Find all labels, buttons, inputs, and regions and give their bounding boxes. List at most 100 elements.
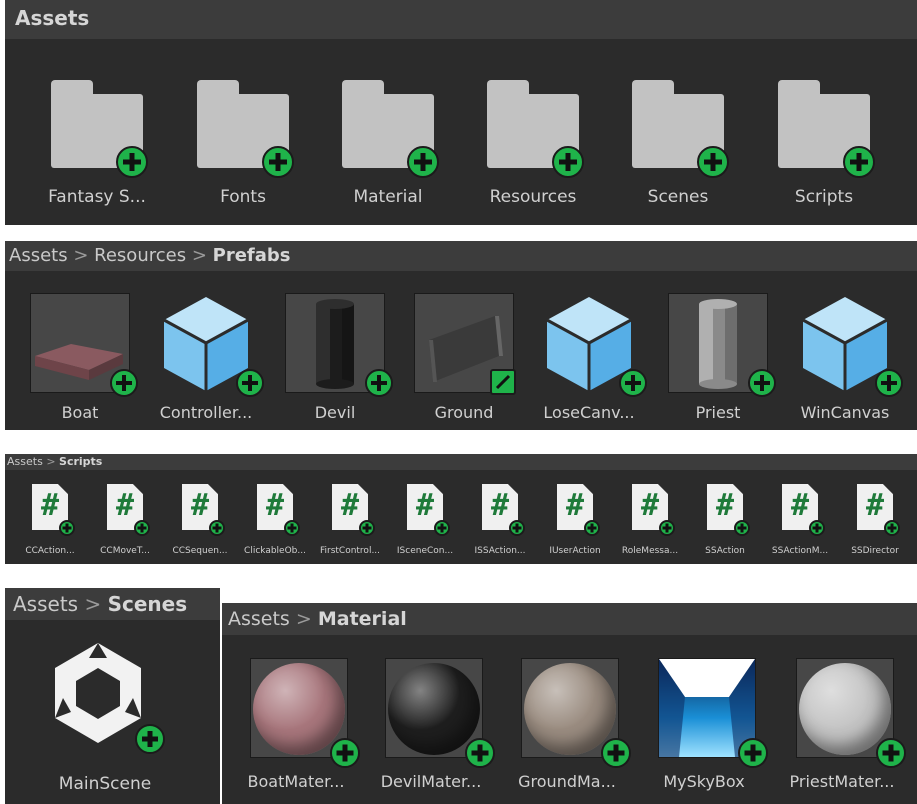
breadcrumb-separator: >	[295, 608, 312, 630]
script-label: ISSAction...	[474, 546, 526, 556]
script-label: CCSequen...	[172, 546, 228, 556]
plus-bar	[275, 153, 281, 171]
folder-item[interactable]: Scripts	[749, 70, 899, 215]
add-plus-icon	[330, 738, 360, 768]
add-plus-icon	[434, 520, 450, 536]
prefab-label: WinCanvas	[800, 403, 890, 422]
folder-label: Fonts	[220, 187, 266, 207]
script-item[interactable]: # ClickableOb...	[238, 482, 312, 562]
folder-label: Resources	[489, 187, 577, 207]
breadcrumb-prefabs[interactable]: Prefabs	[213, 245, 291, 266]
add-plus-icon	[236, 369, 264, 397]
plus-bar	[248, 375, 252, 391]
plus-bar	[631, 375, 635, 391]
hash-glyph: #	[790, 488, 810, 523]
prefab-item[interactable]: Priest	[656, 293, 780, 428]
add-plus-icon	[262, 146, 294, 178]
assets-header: Assets	[5, 0, 917, 39]
material-item[interactable]: MySkyBox	[636, 658, 772, 800]
prefab-item[interactable]: WinCanvas	[783, 293, 907, 428]
hash-glyph: #	[40, 488, 60, 523]
script-item[interactable]: # SSAction	[688, 482, 762, 562]
plus-bar	[565, 153, 571, 171]
add-plus-icon	[465, 738, 495, 768]
plus-bar	[477, 744, 483, 762]
folder-label: Material	[353, 187, 423, 207]
plus-bar	[515, 523, 519, 533]
hash-glyph: #	[490, 488, 510, 523]
breadcrumb-assets[interactable]: Assets	[13, 592, 78, 616]
script-item[interactable]: # CCAction...	[13, 482, 87, 562]
material-item[interactable]: GroundMa...	[499, 658, 635, 800]
folder-item[interactable]: Resources	[458, 70, 608, 215]
breadcrumb-scenes[interactable]: Scenes	[108, 592, 188, 616]
material-item[interactable]: DevilMater...	[363, 658, 499, 800]
prefab-item[interactable]: Boat	[18, 293, 142, 428]
assets-panel: Assets Fantasy S... Fonts Material Resource…	[5, 0, 917, 225]
material-item[interactable]: PriestMater...	[774, 658, 910, 800]
add-plus-icon	[884, 520, 900, 536]
prefabs-breadcrumb: Assets > Resources > Prefabs	[5, 241, 917, 271]
prefab-item[interactable]: Ground	[402, 293, 526, 428]
script-item[interactable]: # IUserAction	[538, 482, 612, 562]
plus-bar	[342, 744, 348, 762]
folder-item[interactable]: Fantasy S...	[22, 70, 172, 215]
script-item[interactable]: # RoleMessa...	[613, 482, 687, 562]
material-label: PriestMater...	[789, 772, 895, 791]
script-item[interactable]: # SSDirector	[838, 482, 912, 562]
script-item[interactable]: # FirstControl...	[313, 482, 387, 562]
folder-label: Scripts	[794, 187, 854, 207]
script-item[interactable]: # ISSAction...	[463, 482, 537, 562]
plus-bar	[129, 153, 135, 171]
prefab-item[interactable]: Controller...	[144, 293, 268, 428]
asset-label: MainScene	[58, 774, 152, 794]
plus-bar	[750, 744, 756, 762]
add-plus-icon	[697, 146, 729, 178]
prefab-item[interactable]: Devil	[273, 293, 397, 428]
add-plus-icon	[875, 369, 903, 397]
hash-glyph: #	[340, 488, 360, 523]
script-label: IUserAction	[549, 546, 601, 556]
script-label: CCMoveT...	[100, 546, 150, 556]
folder-item[interactable]: Scenes	[603, 70, 753, 215]
script-item[interactable]: # SSActionM...	[763, 482, 837, 562]
prefabs-panel: Assets > Resources > Prefabs Boat Control…	[5, 241, 917, 430]
prefab-label: Boat	[61, 403, 99, 422]
folder-item[interactable]: Fonts	[168, 70, 318, 215]
plus-bar	[890, 523, 894, 533]
plus-bar	[65, 523, 69, 533]
script-item[interactable]: # ISceneCon...	[388, 482, 462, 562]
plus-bar	[140, 523, 144, 533]
asset-item-mainscene[interactable]: MainScene	[15, 636, 195, 796]
script-item[interactable]: # CCMoveT...	[88, 482, 162, 562]
material-item[interactable]: BoatMater...	[228, 658, 364, 800]
breadcrumb-scripts[interactable]: Scripts	[59, 455, 102, 468]
breadcrumb-separator: >	[84, 592, 102, 616]
script-label: ClickableOb...	[244, 546, 306, 556]
breadcrumb-assets[interactable]: Assets	[7, 455, 43, 468]
material-panel: Assets > Material BoatMater... DevilMater…	[222, 603, 917, 804]
breadcrumb-material[interactable]: Material	[318, 608, 407, 630]
plus-bar	[665, 523, 669, 533]
plus-bar	[290, 523, 294, 533]
material-label: BoatMater...	[247, 772, 345, 791]
breadcrumb-assets[interactable]: Assets	[9, 245, 68, 266]
add-plus-icon	[843, 146, 875, 178]
hash-glyph: #	[715, 488, 735, 523]
add-plus-icon	[601, 738, 631, 768]
breadcrumb-separator: >	[73, 245, 89, 266]
prefab-item[interactable]: LoseCanv...	[527, 293, 651, 428]
plus-bar	[122, 375, 126, 391]
script-item[interactable]: # CCSequen...	[163, 482, 237, 562]
breadcrumb-resources[interactable]: Resources	[94, 245, 186, 266]
hash-glyph: #	[865, 488, 885, 523]
material-sphere-icon	[388, 663, 480, 755]
folder-item[interactable]: Material	[313, 70, 463, 215]
prefab-label: LoseCanv...	[543, 403, 635, 422]
hash-glyph: #	[265, 488, 285, 523]
material-label: DevilMater...	[380, 772, 482, 791]
add-plus-icon	[209, 520, 225, 536]
breadcrumb-assets[interactable]: Assets	[228, 608, 290, 630]
hash-glyph: #	[190, 488, 210, 523]
plus-bar	[887, 375, 891, 391]
